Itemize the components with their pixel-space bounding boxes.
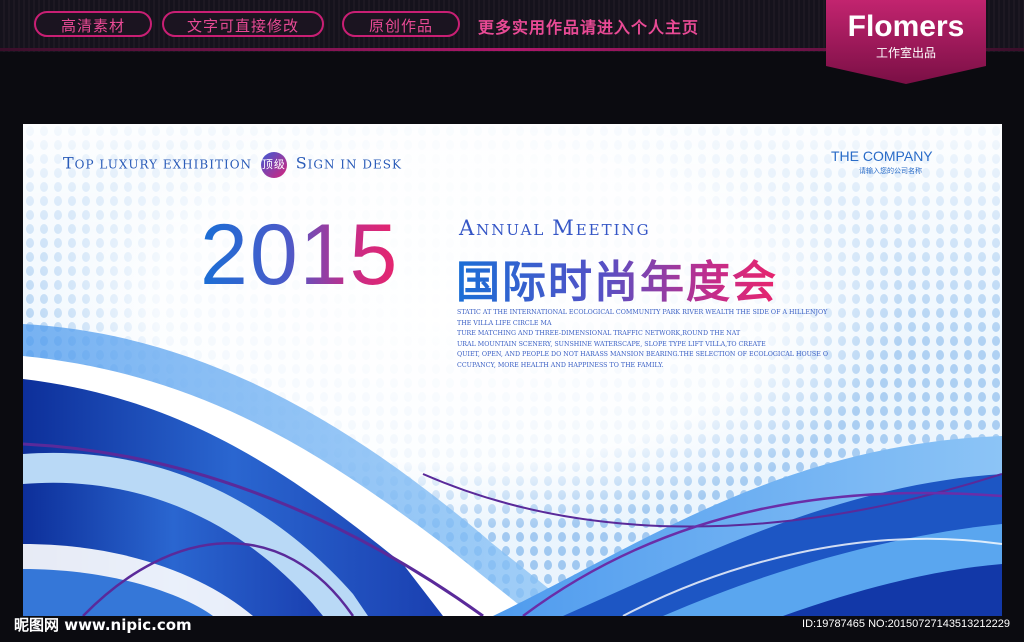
paragraph-line: QUIET, OPEN, AND PEOPLE DO NOT HARASS MA… [457, 351, 828, 358]
brand-badge: Flomers 工作室出品 [826, 0, 986, 84]
event-title: 国际时尚年度会 [456, 246, 778, 310]
paragraph-line: CCUPANCY, MORE HEALTH AND HAPPINESS TO T… [457, 361, 664, 369]
event-banner: TOP LUXURY EXHIBITION 顶级 SIGN IN DESK TH… [23, 124, 1002, 616]
tagline-text-1: OP LUXURY EXHIBITION [74, 157, 253, 172]
pill-original-work: 原创作品 [342, 11, 460, 37]
event-year: 2015 [200, 207, 400, 303]
company-subtitle: 请输入您的公司名称 [859, 167, 922, 175]
image-id-label: ID:19787465 NO:20150727143513212229 [802, 618, 1010, 630]
tagline: TOP LUXURY EXHIBITION 顶级 SIGN IN DESK [63, 152, 402, 178]
meeting-cap-m: M [552, 216, 576, 240]
paragraph-line: TURE MATCHING AND THREE-DIMENSIONAL TRAF… [457, 330, 741, 337]
brand-subtitle: 工作室出品 [875, 46, 936, 60]
header-slogan: 更多实用作品请进入个人主页 [478, 18, 700, 37]
annual-meeting-label: ANNUAL MEETING [459, 216, 651, 240]
tagline-cap-1: T [63, 153, 75, 173]
tagline-text-2: IGN IN DESK [307, 157, 402, 172]
paragraph-line: THE VILLA LIFE CIRCLE MA [457, 319, 552, 327]
tagline-cap-2: S [295, 153, 308, 173]
annual-text: NNUAL [476, 221, 546, 239]
annual-cap-a: A [459, 216, 477, 240]
description-paragraph: STATIC AT THE INTERNATIONAL ECOLOGICAL C… [457, 308, 857, 371]
pill-hd-material: 高清素材 [34, 11, 152, 37]
watermark-logo: 昵图网 www.nipic.com [14, 616, 192, 634]
brand-name: Flomers [847, 10, 965, 43]
company-name: THE COMPANY [831, 148, 933, 164]
paragraph-line: URAL MOUNTAIN SCENERY, SUNSHINE WATERSCA… [457, 340, 766, 348]
paragraph-line: STATIC AT THE INTERNATIONAL ECOLOGICAL C… [457, 309, 828, 316]
pill-editable-text: 文字可直接修改 [162, 11, 324, 37]
meeting-text: EETING [575, 221, 651, 239]
top-badge-icon: 顶级 [260, 152, 287, 178]
